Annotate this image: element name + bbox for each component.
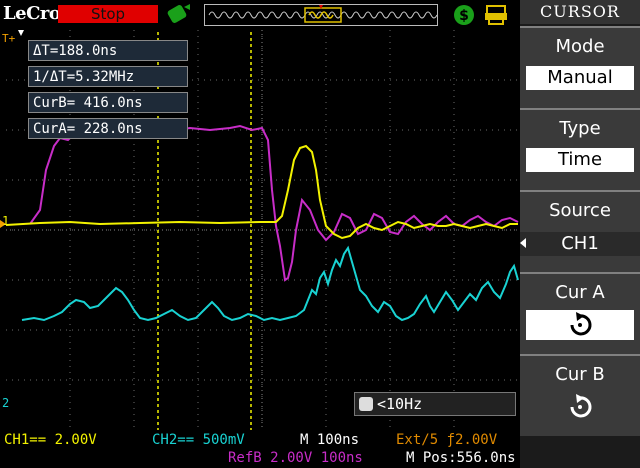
ch2-scale[interactable]: CH2== 500mV	[152, 432, 245, 448]
ch1-ground-marker: 1	[2, 214, 10, 228]
type-button[interactable]: Type Time	[520, 108, 640, 190]
type-label: Type	[559, 118, 601, 139]
cursor-menu-panel: CURSOR Mode Manual Type Time Source CH1 …	[520, 0, 640, 468]
rotate-knob-icon	[570, 312, 592, 336]
source-value: CH1	[520, 232, 640, 256]
cur-a-readout: CurA= 228.0ns	[28, 118, 188, 139]
delta-t-readout: ΔT=188.0ns	[28, 40, 188, 61]
menu-title: CURSOR	[520, 0, 640, 24]
frequency-counter: <10Hz	[354, 392, 516, 416]
frequency-icon	[359, 397, 373, 411]
ch1-scale[interactable]: CH1== 2.00V	[4, 432, 97, 448]
memory-position-bar[interactable]	[204, 4, 438, 26]
bottom-status-bar: CH1== 2.00V CH2== 500mV M 100ns Ext/5 ƒ2…	[0, 432, 520, 468]
mode-value: Manual	[526, 66, 634, 90]
cur-a-label: Cur A	[555, 282, 605, 303]
cur-a-button[interactable]: Cur A	[520, 272, 640, 354]
source-selector-arrow-icon	[520, 238, 526, 248]
mode-button[interactable]: Mode Manual	[520, 26, 640, 108]
top-status-bar: LeCroy Stop $	[0, 0, 520, 28]
type-value: Time	[526, 148, 634, 172]
trigger-setting[interactable]: Ext/5 ƒ2.00V	[396, 432, 497, 448]
source-label: Source	[549, 200, 611, 221]
run-state-indicator[interactable]: Stop	[58, 5, 158, 23]
trigger-position-marker	[18, 30, 24, 36]
cur-b-button[interactable]: Cur B	[520, 354, 640, 436]
rotate-knob-icon	[570, 394, 592, 418]
timebase-scale[interactable]: M 100ns	[300, 432, 359, 448]
usb-icon: $	[454, 5, 474, 25]
cur-b-readout: CurB= 416.0ns	[28, 92, 188, 113]
ch2-ground-marker: 2	[2, 396, 10, 410]
cur-b-label: Cur B	[555, 364, 605, 385]
trigger-status-icon	[167, 4, 190, 23]
frequency-value: <10Hz	[377, 395, 423, 413]
refb-waveform	[29, 124, 519, 282]
cur-a-knob-box	[526, 310, 634, 340]
source-button[interactable]: Source CH1	[520, 190, 640, 272]
waveform-grid: T+	[0, 30, 519, 430]
waveform-display: T+ 1 2 ΔT=188.0ns 1/ΔT=5.32MHz CurB= 416…	[0, 28, 520, 432]
ch1-top-marker: T+	[2, 32, 16, 45]
ch2-waveform	[21, 245, 519, 322]
inverse-delta-t-readout: 1/ΔT=5.32MHz	[28, 66, 188, 87]
printer-icon	[485, 5, 507, 25]
svg-text:$: $	[459, 8, 469, 24]
mode-label: Mode	[555, 36, 605, 57]
refb-setting: RefB 2.00V 100ns	[228, 450, 363, 466]
memory-position: M Pos:556.0ns	[406, 450, 516, 466]
